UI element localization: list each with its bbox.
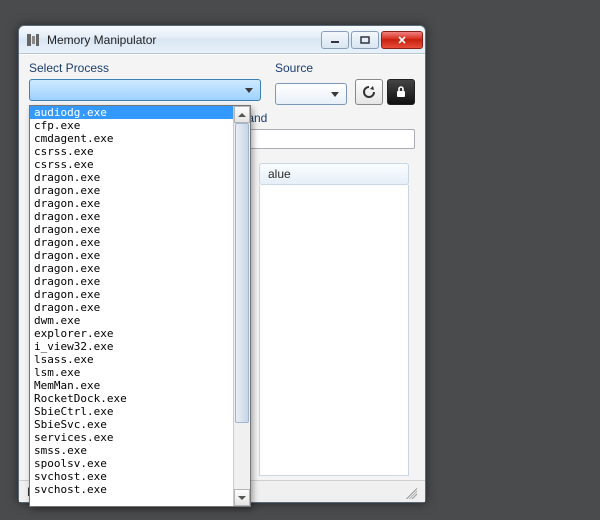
value-column-label: alue <box>268 167 291 181</box>
process-option[interactable]: SbieSvc.exe <box>30 418 233 431</box>
process-option[interactable]: dragon.exe <box>30 262 233 275</box>
process-option[interactable]: lsm.exe <box>30 366 233 379</box>
client-area: Select Process Source <box>19 54 425 480</box>
chevron-up-icon <box>238 113 246 117</box>
process-option[interactable]: services.exe <box>30 431 233 444</box>
process-option[interactable]: spoolsv.exe <box>30 457 233 470</box>
source-group: Source <box>275 61 415 105</box>
chevron-down-icon <box>238 496 246 500</box>
process-option[interactable]: SbieCtrl.exe <box>30 405 233 418</box>
maximize-button[interactable] <box>351 31 379 49</box>
process-option[interactable]: dragon.exe <box>30 275 233 288</box>
process-combobox[interactable] <box>29 79 261 101</box>
process-option[interactable]: smss.exe <box>30 444 233 457</box>
process-option[interactable]: cfp.exe <box>30 119 233 132</box>
source-combo-arrow[interactable] <box>326 85 344 103</box>
process-option[interactable]: dragon.exe <box>30 197 233 210</box>
refresh-button[interactable] <box>355 79 383 105</box>
lock-icon <box>394 85 408 99</box>
process-option[interactable]: audiodg.exe <box>30 106 233 119</box>
process-option[interactable]: dragon.exe <box>30 184 233 197</box>
process-option[interactable]: dragon.exe <box>30 249 233 262</box>
chevron-down-icon <box>331 92 339 97</box>
process-option[interactable]: cmdagent.exe <box>30 132 233 145</box>
process-option[interactable]: RocketDock.exe <box>30 392 233 405</box>
lock-button[interactable] <box>387 79 415 105</box>
source-icon-buttons <box>355 79 415 105</box>
process-option[interactable]: dwm.exe <box>30 314 233 327</box>
process-option[interactable]: svchost.exe <box>30 470 233 483</box>
resize-grip[interactable] <box>403 485 417 499</box>
process-option[interactable]: svchost.exe <box>30 483 233 496</box>
refresh-icon <box>361 84 377 100</box>
close-button[interactable] <box>381 31 423 49</box>
process-option[interactable]: MemMan.exe <box>30 379 233 392</box>
range-field[interactable] <box>234 129 415 149</box>
source-combobox[interactable] <box>275 83 347 105</box>
scroll-up-button[interactable] <box>234 106 250 123</box>
process-option[interactable]: dragon.exe <box>30 223 233 236</box>
process-dropdown-list[interactable]: audiodg.execfp.execmdagent.execsrss.exec… <box>30 106 233 506</box>
process-combo-arrow[interactable] <box>240 81 258 99</box>
minimize-button[interactable] <box>321 31 349 49</box>
process-option[interactable]: explorer.exe <box>30 327 233 340</box>
process-option[interactable]: dragon.exe <box>30 236 233 249</box>
select-process-label: Select Process <box>29 61 261 75</box>
process-option[interactable]: dragon.exe <box>30 210 233 223</box>
top-row: Select Process Source <box>29 61 415 105</box>
results-list[interactable] <box>259 185 409 476</box>
process-option[interactable]: dragon.exe <box>30 301 233 314</box>
dropdown-scrollbar[interactable] <box>233 106 250 506</box>
chevron-down-icon <box>245 88 253 93</box>
app-icon <box>25 32 41 48</box>
scroll-down-button[interactable] <box>234 489 250 506</box>
process-dropdown: audiodg.execfp.execmdagent.execsrss.exec… <box>29 105 251 507</box>
process-group: Select Process <box>29 61 261 105</box>
window-title: Memory Manipulator <box>47 33 321 47</box>
process-option[interactable]: dragon.exe <box>30 171 233 184</box>
process-option[interactable]: csrss.exe <box>30 145 233 158</box>
scroll-thumb[interactable] <box>235 123 249 423</box>
source-label: Source <box>275 61 415 75</box>
titlebar[interactable]: Memory Manipulator <box>19 26 425 54</box>
process-option[interactable]: dragon.exe <box>30 288 233 301</box>
value-column-header[interactable]: alue <box>259 163 409 185</box>
window-buttons <box>321 31 423 49</box>
process-option[interactable]: csrss.exe <box>30 158 233 171</box>
app-window: Memory Manipulator Select Process <box>18 25 426 503</box>
process-option[interactable]: i_view32.exe <box>30 340 233 353</box>
process-option[interactable]: lsass.exe <box>30 353 233 366</box>
from-and-label: m and <box>234 111 415 125</box>
